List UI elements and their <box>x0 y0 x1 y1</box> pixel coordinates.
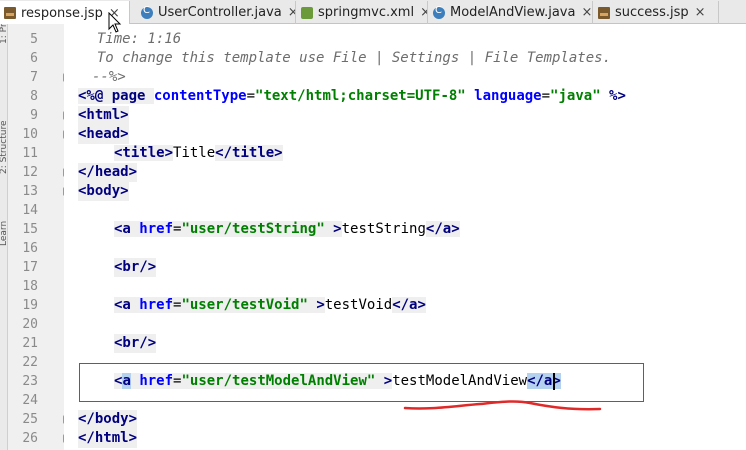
anchor-close: </a> <box>392 297 426 313</box>
editor-tab-bar: response.jsp × UserController.java × spr… <box>0 0 746 25</box>
link-text: testString <box>341 221 426 237</box>
anchor-end: > <box>324 221 342 237</box>
code-line-17: <br/> <box>114 258 157 277</box>
code-line-13: <body> <box>78 182 129 201</box>
code-line-5: Time: 1:16 <box>80 31 182 47</box>
line-number: 11 <box>22 146 38 161</box>
anchor-close: </a> <box>425 221 460 237</box>
code-line-10: <head> <box>78 125 129 144</box>
attr-name: contentType <box>153 88 247 104</box>
attr-value: "user/testVoid" <box>181 297 308 313</box>
java-class-icon <box>433 5 445 19</box>
equals: = <box>246 88 256 104</box>
code-editor[interactable]: Time: 1:16 To change this template use F… <box>64 24 746 450</box>
attr-name: href <box>139 373 174 389</box>
line-number: 20 <box>22 317 38 332</box>
code-line-26: </html> <box>78 429 138 448</box>
line-number: 15 <box>22 222 38 237</box>
learn-tool-label[interactable]: Learn <box>0 221 7 246</box>
anchor-close-highlighted: </a> <box>527 373 561 389</box>
jsp-directive-close: %> <box>600 88 626 104</box>
project-tool-label[interactable]: 1: Project <box>0 24 7 44</box>
line-number-gutter: 5 6 7 8 9 10 11 12 13 14 15 16 17 18 19 … <box>8 24 64 450</box>
code-line-23: <a href="user/testModelAndView" >testMod… <box>114 372 561 391</box>
attr-value: "user/testString" <box>181 221 325 237</box>
tab-label: UserController.java <box>158 5 282 20</box>
code-line-25: </body> <box>78 410 138 429</box>
jsp-file-icon <box>598 6 610 19</box>
line-number: 9 <box>30 108 38 123</box>
attr-value: "java" <box>550 88 601 104</box>
code-line-8: <%@ page contentType="text/html;charset=… <box>78 87 626 106</box>
jsp-directive-open: <%@ page <box>78 88 154 104</box>
xml-file-icon <box>301 6 313 19</box>
line-number: 17 <box>22 260 38 275</box>
line-number: 26 <box>22 431 38 446</box>
java-class-icon <box>141 5 153 19</box>
attr-name: href <box>139 221 174 237</box>
line-number: 8 <box>30 89 38 104</box>
line-number: 6 <box>30 51 38 66</box>
title-text: Title <box>173 145 216 161</box>
line-number: 23 <box>22 374 38 389</box>
line-number: 18 <box>22 279 38 294</box>
anchor-open: <a <box>114 221 140 237</box>
anchor-open: <a <box>114 297 140 313</box>
tab-label: ModelAndView.java <box>450 5 576 20</box>
close-icon[interactable]: × <box>581 5 592 20</box>
line-number: 5 <box>30 32 38 47</box>
line-number: 10 <box>22 127 38 142</box>
code-line-19: <a href="user/testVoid" >testVoid</a> <box>114 296 426 315</box>
tab-label: springmvc.xml <box>318 5 415 20</box>
line-number: 21 <box>22 336 38 351</box>
line-number: 24 <box>22 393 38 408</box>
jsp-file-icon <box>4 7 16 19</box>
line-number: 19 <box>22 298 38 313</box>
attr-value: "user/testModelAndView" <box>181 373 376 389</box>
anchor-end: > <box>375 373 393 389</box>
code-line-11: <title>Title</title> <box>114 144 283 163</box>
text-caret <box>553 373 555 390</box>
anchor-end: > <box>307 297 325 313</box>
equals: = <box>541 88 551 104</box>
tab-usercontroller-java[interactable]: UserController.java × <box>137 1 296 24</box>
title-open-tag: <title> <box>114 145 174 161</box>
attr-name: href <box>139 297 174 313</box>
attr-name: language <box>474 88 542 104</box>
close-icon[interactable]: × <box>420 5 427 20</box>
code-line-12: </head> <box>78 163 138 182</box>
tab-label: success.jsp <box>615 5 689 20</box>
line-number: 12 <box>22 165 38 180</box>
tab-response-jsp[interactable]: response.jsp × <box>0 1 130 25</box>
tab-success-jsp[interactable]: success.jsp × <box>594 1 719 24</box>
title-close-tag: </title> <box>215 145 283 161</box>
line-number: 13 <box>22 184 38 199</box>
line-number: 25 <box>22 412 38 427</box>
code-line-7: --%> <box>92 69 126 85</box>
close-icon[interactable]: × <box>695 5 706 20</box>
anchor-tagname-highlighted: a <box>122 373 131 389</box>
close-icon[interactable]: × <box>288 5 295 20</box>
line-number: 16 <box>22 241 38 256</box>
attr-value: "text/html;charset=UTF-8" <box>255 88 466 104</box>
link-text: testVoid <box>324 297 393 313</box>
code-line-15: <a href="user/testString" >testString</a… <box>114 220 460 239</box>
tool-window-strip: 1: Project 2: Structure Learn <box>0 24 8 450</box>
line-number: 22 <box>22 355 38 370</box>
code-line-21: <br/> <box>114 334 157 353</box>
code-line-6: To change this template use File | Setti… <box>80 50 612 66</box>
tab-springmvc-xml[interactable]: springmvc.xml × <box>297 1 428 24</box>
code-line-9: <html> <box>78 106 129 125</box>
tab-modelandview-java[interactable]: ModelAndView.java × <box>429 1 593 24</box>
link-text: testModelAndView <box>392 373 528 389</box>
line-number: 14 <box>22 203 38 218</box>
close-icon[interactable]: × <box>109 6 120 21</box>
structure-tool-label[interactable]: 2: Structure <box>0 121 7 175</box>
tab-label: response.jsp <box>21 5 103 21</box>
line-number: 7 <box>30 70 38 85</box>
